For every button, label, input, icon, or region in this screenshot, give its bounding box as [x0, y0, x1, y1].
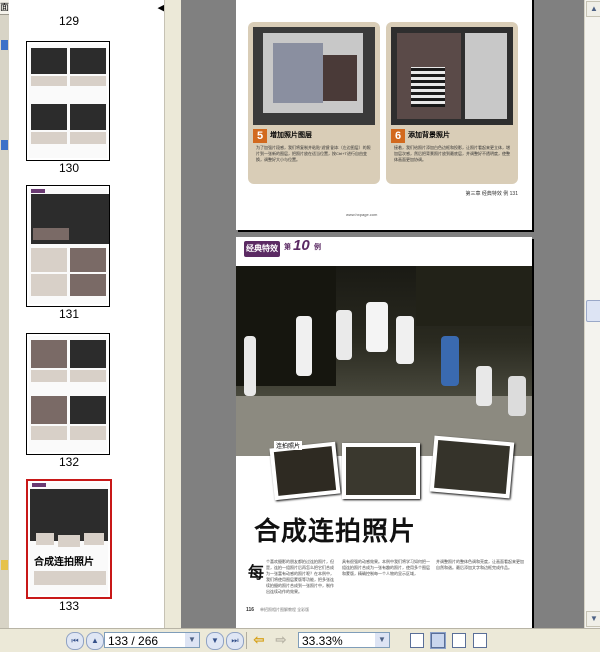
article-title: 合成连拍照片 [254, 516, 417, 546]
example-number: 10 [293, 237, 310, 254]
step6-number: 6 [391, 129, 405, 143]
pages-panel-icon[interactable] [1, 40, 8, 50]
attachments-panel-icon[interactable] [1, 560, 8, 570]
chevron-down-icon[interactable]: ▼ [375, 633, 389, 647]
step5-screenshot [253, 27, 375, 125]
scroll-down-button[interactable]: ▼ [586, 611, 600, 627]
zoom-field[interactable]: 33.33% ▼ [298, 632, 390, 648]
toolbar-separator [246, 632, 247, 649]
thumbnail-page-132[interactable] [26, 333, 110, 455]
body-column-1: 个喜欢摄影的朋友都拍过连拍照片，但是，连拍一组照片后再怎么把它们合成为一张富有动… [266, 559, 334, 594]
step6-text: 接着，我们给照片添加白色边框和投影，让照片看起来更立体，增加层次感，然后把背景照… [394, 145, 510, 162]
page132-bottom-url: www.hxpage.com [346, 212, 378, 217]
page133-number: 116 [246, 607, 255, 613]
document-view[interactable]: 5 增加照片图层 为了加强片段感，我们将复制并粘贴“滤镜”副本（左边图层）的照片… [181, 0, 584, 628]
first-page-button[interactable]: ⏮ [66, 632, 84, 650]
continuous-layout-icon[interactable] [430, 632, 446, 649]
thumbnail-page-130[interactable] [26, 41, 110, 161]
step5-card: 5 增加照片图层 为了加强片段感，我们将复制并粘贴“滤镜”副本（左边图层）的照片… [248, 22, 380, 184]
thumbnail-133-title: 合成连拍照片 [34, 557, 94, 568]
step6-screenshot [391, 27, 513, 125]
document-page-133: 经典特效 第 10 例 连拍照片 合成连拍照片 每 个喜欢摄影的朋友都拍过连拍照… [236, 237, 532, 628]
facing-layout-icon[interactable] [452, 633, 466, 648]
scroll-up-button[interactable]: ▲ [586, 1, 600, 17]
next-page-button[interactable]: ▼ [206, 632, 224, 650]
thumbnail-label-130: 130 [58, 161, 80, 175]
inset-photo-2 [342, 443, 420, 499]
single-page-layout-icon[interactable] [410, 633, 424, 648]
step5-title: 增加照片图层 [270, 132, 312, 139]
step6-title: 添加背景照片 [408, 132, 450, 139]
thumbnail-page-image [29, 188, 109, 304]
step6-card: 6 添加背景照片 接着，我们给照片添加白色边框和投影，让照片看起来更立体，增加层… [386, 22, 518, 184]
document-page-132: 5 增加照片图层 为了加强片段感，我们将复制并粘贴“滤镜”副本（左边图层）的照片… [236, 0, 532, 230]
page-number-value: 133 / 266 [108, 634, 159, 648]
page133-footer: 单招照相片图解教程 全彩版 [260, 607, 310, 612]
step5-text: 为了加强片段感，我们将复制并粘贴“滤镜”副本（左边图层）的照片到一张新的图层，把… [256, 145, 371, 162]
thumbnail-page-131[interactable] [26, 185, 110, 307]
thumbnail-label-133: 133 [58, 599, 80, 613]
inset-photo-1 [269, 441, 341, 501]
scrollbar-thumb[interactable] [586, 300, 600, 322]
thumbnail-panel[interactable]: 129 130 131 132 合成连拍照片 133 [9, 0, 164, 628]
example-prefix: 第 [284, 244, 291, 251]
chevron-down-icon[interactable]: ▼ [185, 633, 199, 647]
forward-arrow-icon[interactable]: ⇨ [272, 632, 290, 648]
thumbnail-page-133[interactable]: 合成连拍照片 [26, 479, 112, 599]
continuous-facing-layout-icon[interactable] [473, 633, 487, 648]
drop-cap: 每 [248, 565, 265, 582]
thumbnail-page-image: 合成连拍照片 [30, 483, 108, 595]
thumbnail-label-131: 131 [58, 307, 80, 321]
back-arrow-icon[interactable]: ⇦ [250, 632, 268, 648]
panel-splitter[interactable] [164, 0, 182, 628]
previous-page-button[interactable]: ▲ [86, 632, 104, 650]
thumbnail-page-image [29, 336, 107, 452]
category-badge: 经典特效 [244, 241, 280, 257]
navigation-toolbar: ⏮ ▲ 133 / 266 ▼ ▼ ⏭ ⇦ ⇨ 33.33% ▼ [0, 628, 600, 652]
body-column-2: 具有很强的动感效果。本例中我们将学习如何把一组连拍照片合成为一张有趣的照片，使用… [342, 559, 430, 576]
thumbnail-page-image [29, 44, 107, 158]
thumbnail-label-132: 132 [58, 455, 80, 469]
inset-photo-3 [429, 435, 515, 499]
thumbnail-label-partial: 129 [58, 14, 80, 28]
page-number-field[interactable]: 133 / 266 ▼ [104, 632, 200, 648]
zoom-value: 33.33% [302, 634, 343, 648]
example-suffix: 例 [314, 244, 321, 251]
page132-footer: 第三章 经典特效 例 131 [465, 191, 518, 197]
vertical-scrollbar[interactable]: ▲ ▼ [584, 0, 600, 628]
pages-tab[interactable]: 面 [0, 0, 9, 15]
bookmarks-panel-icon[interactable] [1, 140, 8, 150]
step5-number: 5 [253, 129, 267, 143]
body-column-3: 并调整照片的整体色调和亮度，让画面看起来更加自然和谐。最后添加文字和边框完成作品… [436, 559, 524, 570]
last-page-button[interactable]: ⏭ [226, 632, 244, 650]
inset-label: 连拍照片 [274, 441, 303, 450]
main-photo [236, 266, 532, 456]
